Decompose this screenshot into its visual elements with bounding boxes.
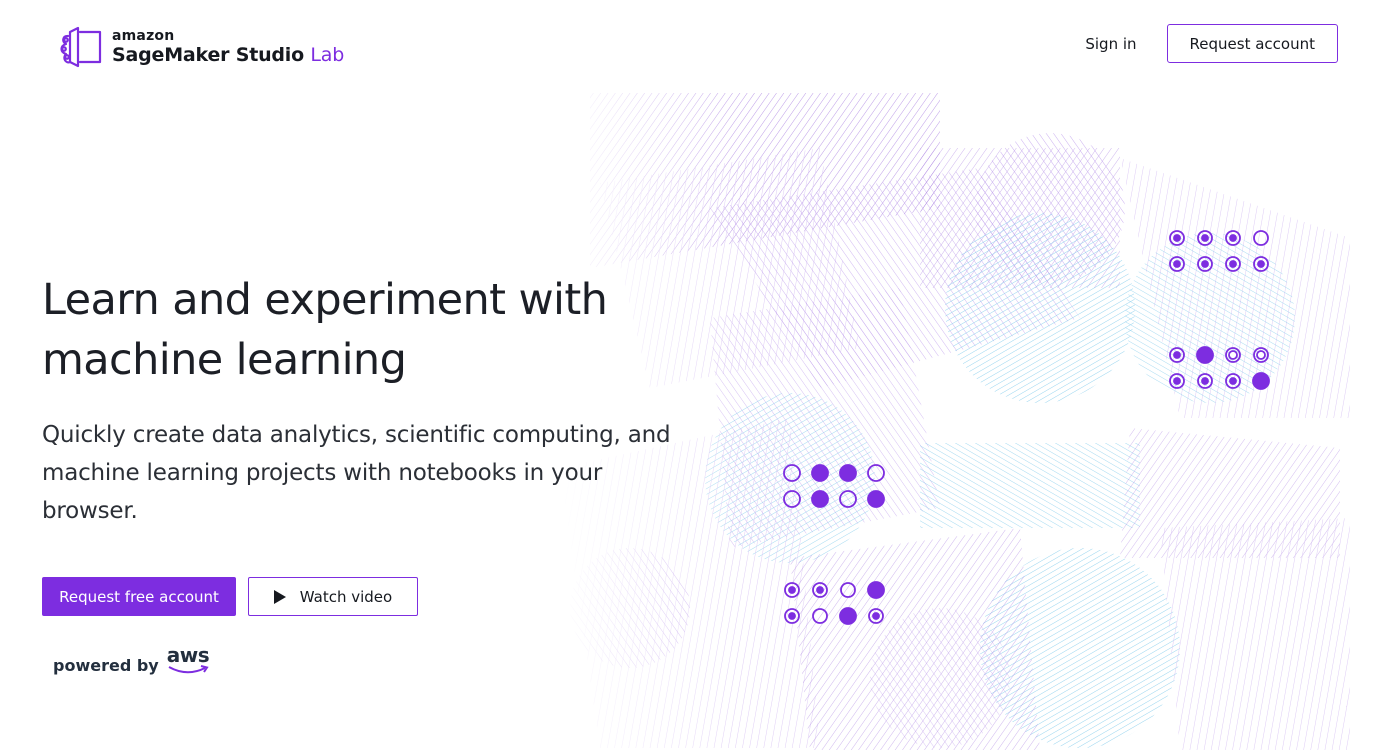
sagemaker-logo-icon xyxy=(60,26,102,68)
aws-wordmark: aws xyxy=(166,643,210,667)
top-header: amazon SageMaker Studio Lab Sign in Requ… xyxy=(0,0,1400,86)
logo-product-text: SageMaker Studio Lab xyxy=(112,46,344,65)
hero-cta-group: Request free account Watch video xyxy=(42,577,418,616)
aws-logo: aws xyxy=(167,645,211,675)
logo-lab-text: Lab xyxy=(310,44,345,66)
logo-amazon-text: amazon xyxy=(112,28,175,44)
hero-subtitle: Quickly create data analytics, scientifi… xyxy=(42,422,671,524)
play-icon xyxy=(273,589,286,604)
aws-smile-icon xyxy=(168,665,209,674)
hero-title: Learn and experiment with machine learni… xyxy=(42,270,682,390)
request-account-button[interactable]: Request account xyxy=(1166,24,1338,63)
sign-in-link[interactable]: Sign in xyxy=(1085,35,1136,53)
powered-by-aws: powered by aws xyxy=(53,645,211,675)
sagemaker-studio-lab-logo[interactable]: amazon SageMaker Studio Lab xyxy=(58,26,344,68)
powered-by-text: powered by xyxy=(53,656,159,675)
watch-video-button[interactable]: Watch video xyxy=(248,577,418,616)
hero-title-line-1: Learn and experiment with xyxy=(42,275,608,325)
watch-video-label: Watch video xyxy=(299,587,393,606)
header-nav: Sign in Request account xyxy=(1085,24,1338,63)
request-free-account-button[interactable]: Request free account xyxy=(42,577,236,616)
hero-section: Learn and experiment with machine learni… xyxy=(42,270,682,530)
hero-title-line-2: machine learning xyxy=(42,335,407,385)
logo-product-name: SageMaker Studio xyxy=(112,44,304,66)
